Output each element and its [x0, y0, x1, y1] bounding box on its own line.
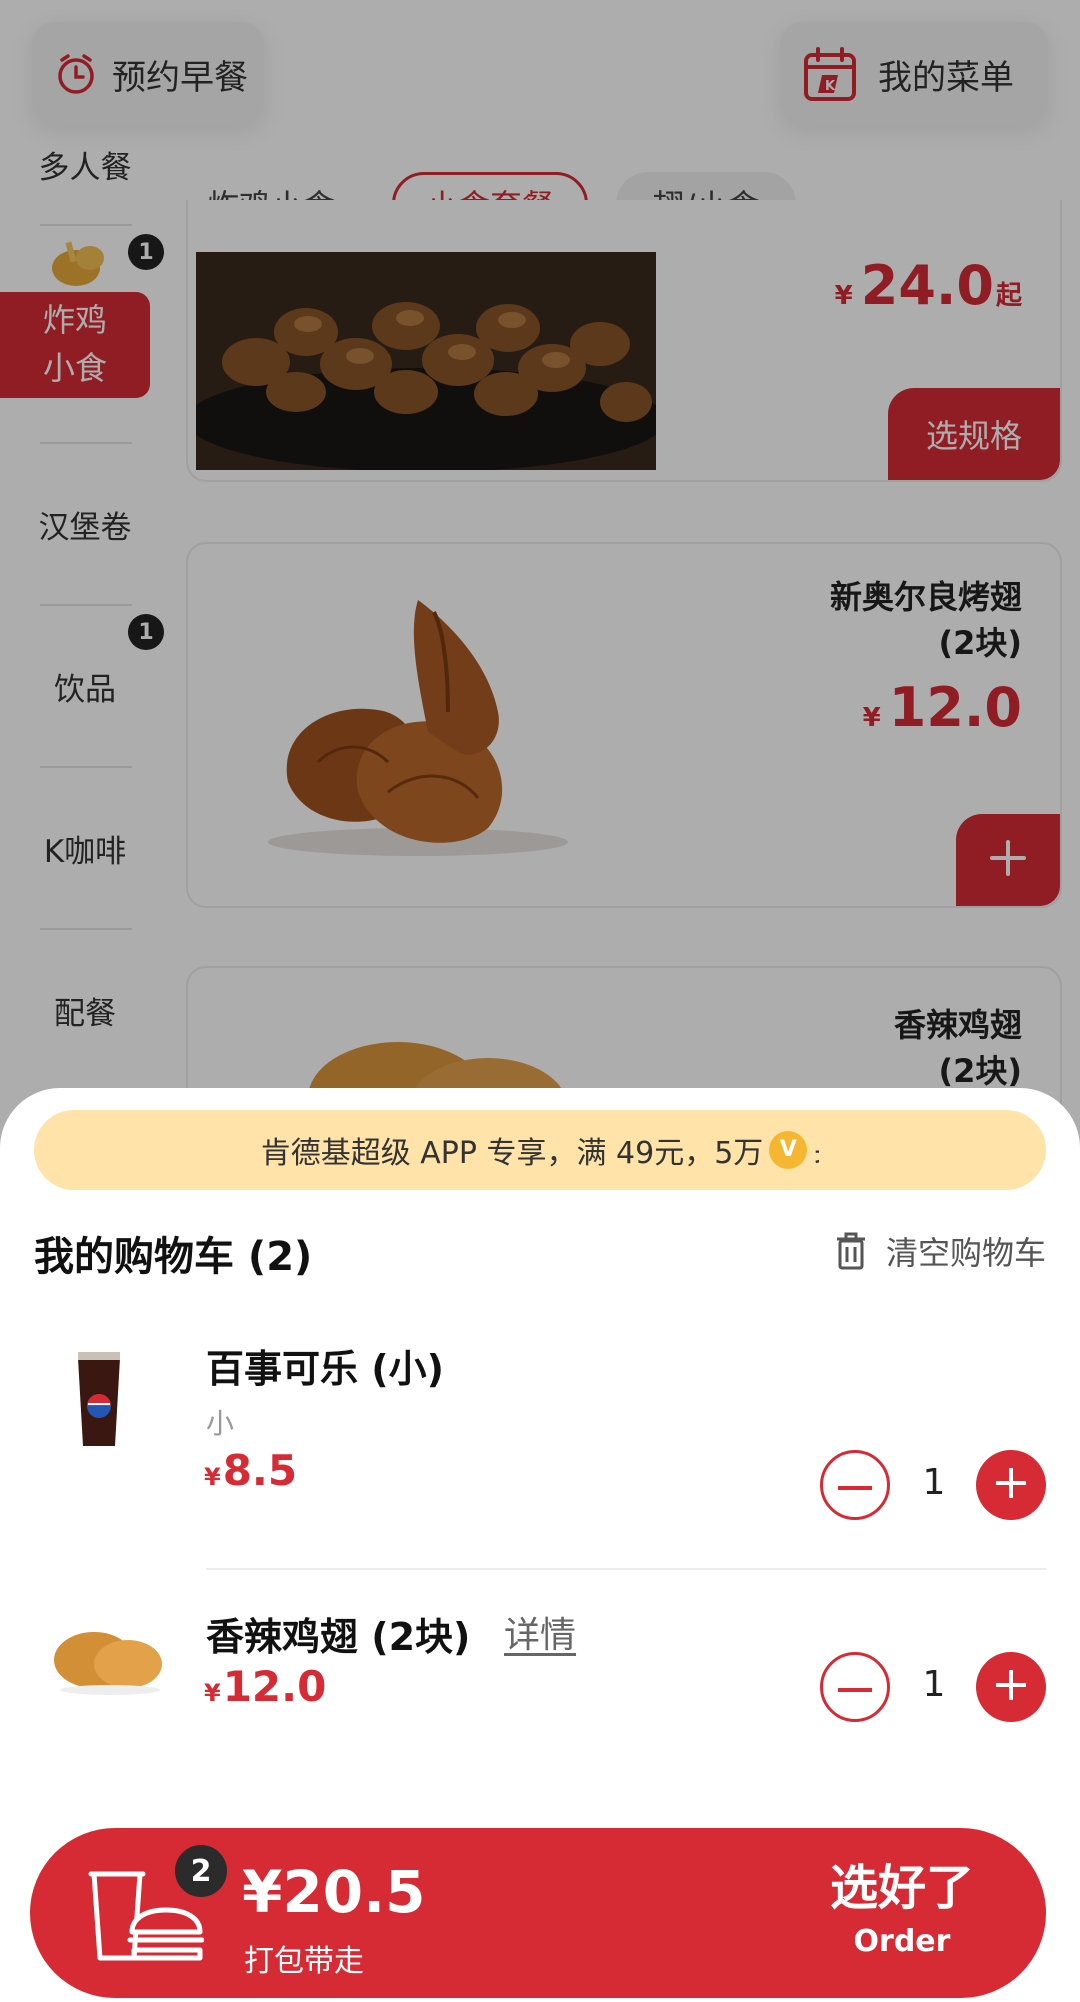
cart-item: 百事可乐 (小) 小 ¥ 8.5 1	[0, 1334, 1080, 1520]
confirm-label-en: Order	[853, 1924, 951, 1959]
cart-item: 香辣鸡翅 (2块) 详情 ¥ 12.0 1	[0, 1606, 1080, 1746]
cart-total: ¥20.5	[242, 1858, 426, 1926]
checkout-bar: 2 ¥20.5 打包带走 选好了 Order	[30, 1828, 1046, 1998]
quantity-value: 1	[922, 1462, 946, 1503]
pepsi-cup-image	[74, 1344, 124, 1448]
cart-title: 我的购物车 (2)	[34, 1234, 313, 1280]
currency-symbol: ¥	[204, 1679, 221, 1707]
promo-overflow-glyph: 扌	[813, 1135, 819, 1165]
confirm-order-button[interactable]: 选好了 Order	[792, 1828, 1012, 1998]
cart-item-name: 香辣鸡翅 (2块)	[206, 1615, 471, 1659]
promo-text: 肯德基超级 APP 专享，满 49元，5万	[260, 1136, 764, 1171]
cart-count-badge: 2	[172, 1842, 230, 1900]
cart-item-spec: 小	[206, 1407, 235, 1440]
cart-item-price: ¥ 8.5	[204, 1446, 297, 1495]
plus-icon	[994, 1466, 1028, 1504]
promo-banner[interactable]: 肯德基超级 APP 专享，满 49元，5万 V 扌	[34, 1110, 1046, 1190]
increase-quantity-button[interactable]	[976, 1652, 1046, 1722]
order-mode: 打包带走	[244, 1944, 364, 1979]
increase-quantity-button[interactable]	[976, 1450, 1046, 1520]
decrease-quantity-button[interactable]	[820, 1652, 890, 1722]
minus-icon	[838, 1678, 872, 1697]
cart-item-name: 百事可乐 (小)	[206, 1347, 444, 1391]
clear-cart-button[interactable]: 清空购物车	[834, 1228, 1046, 1274]
price-value: 12.0	[222, 1662, 327, 1711]
clear-cart-label: 清空购物车	[885, 1234, 1046, 1272]
cart-item-price: ¥ 12.0	[204, 1662, 326, 1711]
detail-link[interactable]: 详情	[504, 1606, 576, 1658]
spicy-wing-image	[50, 1616, 166, 1696]
v-coin-icon: V	[769, 1131, 808, 1169]
cart-item-divider	[206, 1568, 1046, 1570]
plus-icon	[994, 1668, 1028, 1706]
confirm-label: 选好了	[829, 1860, 974, 1916]
decrease-quantity-button[interactable]	[820, 1450, 890, 1520]
quantity-value: 1	[922, 1664, 946, 1705]
price-value: 8.5	[222, 1446, 298, 1495]
trash-icon	[834, 1231, 868, 1271]
currency-symbol: ¥	[204, 1463, 221, 1491]
minus-icon	[838, 1476, 872, 1495]
